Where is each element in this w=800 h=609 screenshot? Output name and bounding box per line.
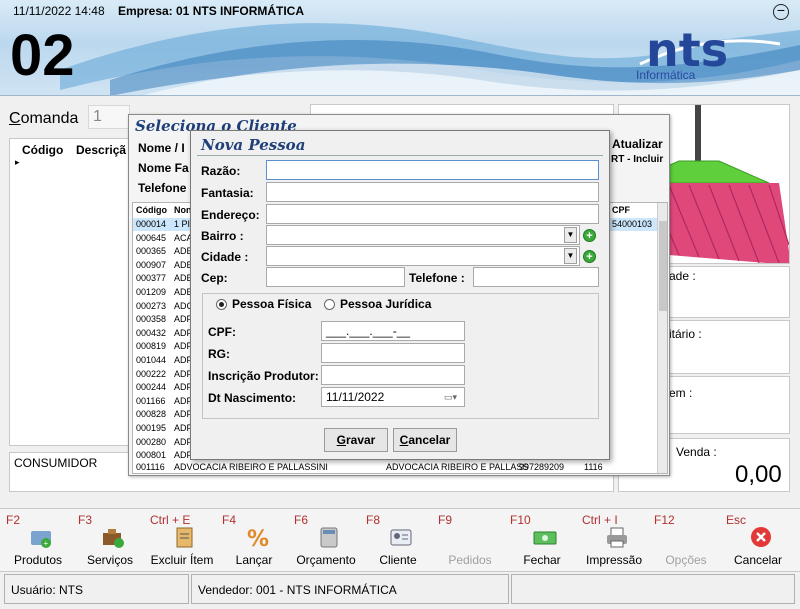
incluir-button[interactable]: RT - Incluir bbox=[611, 154, 663, 165]
header-empresa: Empresa: 01 NTS INFORMÁTICA bbox=[117, 4, 305, 18]
minimize-icon[interactable]: − bbox=[773, 3, 789, 20]
client-card-icon bbox=[390, 529, 412, 546]
toolbar-button-label: Lançar bbox=[235, 553, 273, 567]
nova-pessoa-title: Nova Pessoa bbox=[201, 136, 306, 154]
pedidos-button: Pedidos bbox=[434, 509, 506, 571]
cep-input[interactable] bbox=[266, 267, 405, 287]
toolbar-button-label: Fechar bbox=[523, 553, 561, 567]
cash-icon bbox=[533, 531, 557, 545]
function-toolbar: F2 + Produtos F3 Serviços Ctrl + E Excluir Íte… bbox=[0, 508, 800, 572]
or-amento-button[interactable]: Orçamento bbox=[290, 509, 362, 571]
label-endereco: Endereço: bbox=[201, 208, 260, 222]
radio-pessoa-juridica[interactable] bbox=[324, 299, 335, 310]
table-number: 02 bbox=[10, 23, 75, 88]
col-descricao: Descriçã bbox=[76, 143, 127, 157]
endereco-input[interactable] bbox=[266, 204, 599, 224]
toolbar-button-label: Impressão bbox=[585, 553, 643, 567]
label-rg: RG: bbox=[208, 347, 230, 361]
header-info: 11/11/2022 14:48 Empresa: 01 NTS INFORMÁ… bbox=[13, 4, 304, 18]
add-cidade-icon[interactable]: + bbox=[583, 250, 596, 263]
razao-input[interactable] bbox=[266, 160, 599, 180]
delete-item-icon bbox=[176, 527, 193, 548]
svg-text:+: + bbox=[44, 539, 49, 548]
add-bairro-icon[interactable]: + bbox=[583, 229, 596, 242]
rg-input[interactable] bbox=[321, 343, 465, 363]
label-cidade: Cidade : bbox=[201, 250, 249, 264]
header-banner: 11/11/2022 14:48 Empresa: 01 NTS INFORMÁ… bbox=[0, 0, 800, 96]
header-datetime: 11/11/2022 14:48 bbox=[13, 4, 105, 18]
venda-value: 0,00 bbox=[735, 461, 782, 488]
status-vendedor: Vendedor: 001 - NTS INFORMÁTICA bbox=[191, 574, 509, 604]
toolbar-button-label: Pedidos bbox=[448, 553, 492, 567]
cpf-input[interactable]: ___.___.___-__ bbox=[321, 321, 465, 341]
label-cep: Cep: bbox=[201, 271, 228, 285]
inscricao-input[interactable] bbox=[321, 365, 465, 385]
toolbar-button-label: Produtos bbox=[13, 553, 63, 567]
cidade-select[interactable] bbox=[266, 246, 580, 266]
label-razao: Razão: bbox=[201, 164, 241, 178]
row-indicator-icon: ▸ bbox=[15, 157, 20, 167]
cliente-button[interactable]: Cliente bbox=[362, 509, 434, 571]
label-pessoa-fisica[interactable]: Pessoa Física bbox=[232, 297, 311, 311]
orders-icon bbox=[460, 525, 486, 549]
label-dt-nascimento: Dt Nascimento: bbox=[208, 391, 297, 405]
table-row[interactable]: 001116 ADVOCACIA RIBEIRO E PALLASSINI AD… bbox=[133, 461, 661, 473]
toolbar-button-label: Cancelar bbox=[733, 553, 783, 567]
label-cpf: CPF: bbox=[208, 325, 236, 339]
products-icon: + bbox=[31, 531, 51, 548]
calendar-dropdown-icon[interactable]: ▭▾ bbox=[444, 392, 457, 403]
produtos-button[interactable]: + Produtos bbox=[2, 509, 74, 571]
impress-o-button[interactable]: Impressão bbox=[578, 509, 650, 571]
telefone-input[interactable] bbox=[473, 267, 599, 287]
cancelar-button[interactable]: Cancelar bbox=[393, 428, 457, 452]
toolbar-button-label: Serviços bbox=[86, 553, 133, 567]
fantasia-input[interactable] bbox=[266, 182, 599, 202]
calculator-icon bbox=[320, 527, 338, 548]
chevron-down-icon[interactable]: ▼ bbox=[564, 248, 577, 264]
excluir-tem-button[interactable]: Excluir Ítem bbox=[146, 509, 218, 571]
label-bairro: Bairro : bbox=[201, 229, 244, 243]
toolbar-button-label: Opções bbox=[665, 553, 707, 567]
lan-ar-button[interactable]: % Lançar bbox=[218, 509, 290, 571]
nova-pessoa-dialog: Nova Pessoa Razão: Fantasia: Endereço: B… bbox=[190, 130, 610, 460]
gravar-button[interactable]: Gravar bbox=[324, 428, 388, 452]
items-grid[interactable]: Código Descriçã ▸ bbox=[9, 138, 129, 446]
services-icon bbox=[103, 529, 124, 548]
radio-pessoa-fisica[interactable] bbox=[216, 299, 227, 310]
comanda-input[interactable]: 1 bbox=[88, 105, 130, 129]
pessoa-type-group: Pessoa Física Pessoa Jurídica CPF: ___._… bbox=[202, 293, 599, 419]
label-telefone: Telefone : bbox=[409, 271, 465, 285]
venda-label: Venda : bbox=[676, 445, 717, 459]
label-pessoa-juridica[interactable]: Pessoa Jurídica bbox=[340, 297, 431, 311]
op-es-button: Opções bbox=[650, 509, 722, 571]
toolbar-button-label: Excluir Ítem bbox=[150, 553, 214, 567]
svg-text:%: % bbox=[247, 527, 269, 549]
toolbar-button-label: Cliente bbox=[379, 553, 417, 567]
toolbar-button-label: Orçamento bbox=[296, 553, 356, 567]
printer-icon bbox=[607, 527, 627, 548]
chevron-down-icon[interactable]: ▼ bbox=[564, 227, 577, 243]
label-fantasia: Fantasia: bbox=[201, 186, 254, 200]
cancel-icon bbox=[751, 527, 771, 547]
atualizar-button[interactable]: Atualizar bbox=[612, 137, 663, 151]
label-telefone: Telefone bbox=[138, 181, 187, 195]
status-usuario: Usuário: NTS bbox=[4, 574, 189, 604]
cancelar-button[interactable]: Cancelar bbox=[722, 509, 794, 571]
label-fantasia: Nome Fa bbox=[138, 161, 189, 175]
label-inscricao: Inscrição Produtor: bbox=[208, 369, 319, 383]
label-nome: Nome / I bbox=[138, 141, 185, 155]
grid-scrollbar[interactable] bbox=[657, 203, 667, 473]
bairro-select[interactable] bbox=[266, 225, 580, 245]
fechar-button[interactable]: Fechar bbox=[506, 509, 578, 571]
options-icon bbox=[676, 525, 702, 549]
logo-subtitle: Informática bbox=[636, 68, 696, 82]
servi-os-button[interactable]: Serviços bbox=[74, 509, 146, 571]
comanda-label: Comanda bbox=[9, 110, 79, 127]
col-codigo: Código bbox=[22, 143, 64, 157]
status-extra bbox=[511, 574, 795, 604]
percent-icon: % bbox=[247, 527, 269, 549]
